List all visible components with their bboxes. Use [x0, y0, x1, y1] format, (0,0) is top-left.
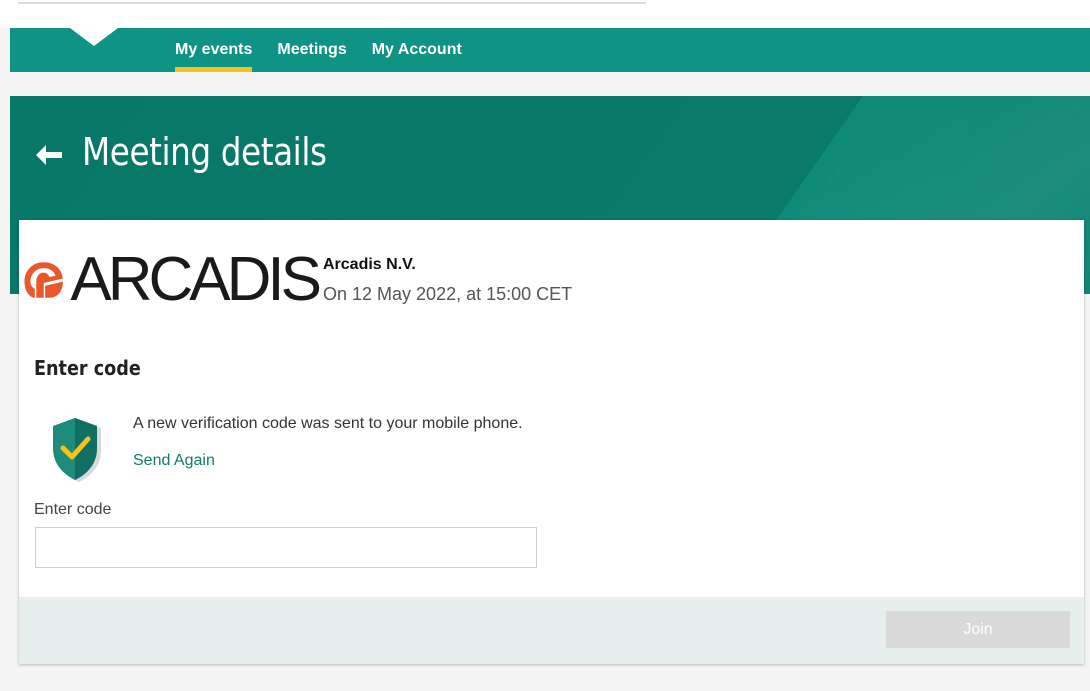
- verification-message: A new verification code was sent to your…: [133, 415, 523, 432]
- code-label: Enter code: [34, 501, 112, 518]
- nav-notch: [70, 28, 118, 46]
- nav-item-my-events[interactable]: My events: [165, 28, 262, 72]
- arcadis-logo-mark-icon: [24, 262, 63, 298]
- send-again-link[interactable]: Send Again: [133, 452, 215, 470]
- top-divider: [18, 2, 646, 4]
- code-input[interactable]: [35, 527, 537, 568]
- shield-check-icon: [49, 416, 105, 484]
- join-button[interactable]: Join: [886, 611, 1070, 648]
- meeting-date: On 12 May 2022, at 15:00 CET: [323, 284, 573, 304]
- section-title: Enter code: [34, 356, 141, 380]
- back-button[interactable]: [32, 138, 66, 172]
- meeting-card: ARCADIS Arcadis N.V. On 12 May 2022, at …: [19, 220, 1084, 664]
- nav-item-meetings[interactable]: Meetings: [267, 28, 356, 72]
- top-strip: [0, 0, 1090, 28]
- main-navbar: My events Meetings My Account: [10, 28, 1090, 72]
- logo-wordmark: ARCADIS: [70, 245, 322, 314]
- nav-links: My events Meetings My Account: [165, 28, 477, 72]
- nav-item-my-account[interactable]: My Account: [362, 28, 472, 72]
- card-footer: Join: [19, 597, 1084, 664]
- company-name: Arcadis N.V.: [323, 256, 416, 273]
- arrow-left-icon: [36, 145, 62, 165]
- page-title: Meeting details: [82, 130, 327, 174]
- company-logo: ARCADIS: [23, 245, 322, 314]
